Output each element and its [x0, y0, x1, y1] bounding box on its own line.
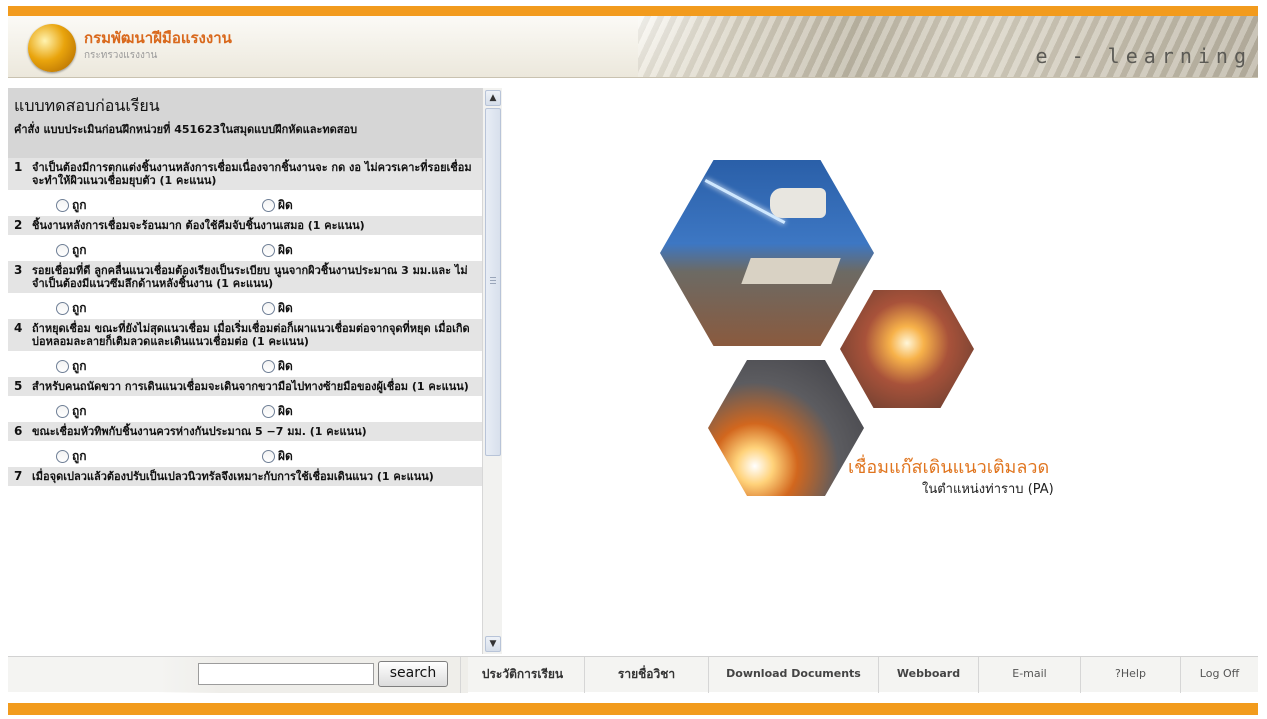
answer-false-option[interactable]: ผิด: [262, 299, 293, 318]
answer-row: ถูก ผิด: [8, 396, 482, 422]
question: 7 เมื่อจุดเปลวแล้วต้องปรับเป็นเปลวนิวทรัล…: [8, 467, 482, 486]
metal-plate: [741, 258, 841, 284]
answer-row: ถูก ผิด: [8, 293, 482, 319]
scroll-down-arrow-icon[interactable]: ▼: [485, 636, 501, 652]
radio-button-false[interactable]: [262, 302, 275, 315]
answer-false-option[interactable]: ผิด: [262, 402, 293, 421]
question-text: ชิ้นงานหลังการเชื่อมจะร้อนมาก ต้องใช้คีม…: [32, 219, 365, 232]
radio-button-true[interactable]: [56, 302, 69, 315]
question-text: ถ้าหยุดเชื่อม ขณะที่ยังไม่สุดแนวเชื่อม เ…: [32, 322, 470, 348]
scrollbar-thumb[interactable]: [485, 108, 501, 456]
answer-true-option[interactable]: ถูก: [56, 357, 87, 376]
radio-button-true[interactable]: [56, 244, 69, 257]
answer-false-option[interactable]: ผิด: [262, 241, 293, 260]
question-text: จำเป็นต้องมีการตกแต่งชิ้นงานหลังการเชื่อ…: [32, 161, 472, 187]
radio-button-true[interactable]: [56, 360, 69, 373]
answer-true-option[interactable]: ถูก: [56, 299, 87, 318]
header: กรมพัฒนาฝีมือแรงงาน กระทรวงแรงงาน e - le…: [8, 16, 1258, 78]
help-link[interactable]: ?Help: [1080, 657, 1180, 693]
search-button[interactable]: search: [378, 661, 448, 687]
welding-torch-photo: [660, 160, 874, 346]
elearning-banner-text: e - learning: [1035, 44, 1252, 68]
org-subtitle: กระทรวงแรงงาน: [84, 50, 158, 61]
question-number: 2: [14, 218, 23, 232]
question: 4 ถ้าหยุดเชื่อม ขณะที่ยังไม่สุดแนวเชื่อม …: [8, 319, 482, 351]
answer-false-option[interactable]: ผิด: [262, 357, 293, 376]
top-accent-bar: [8, 6, 1258, 16]
question-text: เมื่อจุดเปลวแล้วต้องปรับเป็นเปลวนิวทรัลจ…: [32, 470, 434, 483]
header-banner: e - learning: [638, 16, 1258, 77]
log-off-link[interactable]: Log Off: [1180, 657, 1258, 693]
answer-row: ถูก ผิด: [8, 441, 482, 467]
bottom-toolbar: search ประวัติการเรียน รายชื่อวิชา Downl…: [8, 656, 1258, 693]
radio-button-true[interactable]: [56, 450, 69, 463]
email-link[interactable]: E-mail: [978, 657, 1080, 693]
answer-row: ถูก ผิด: [8, 190, 482, 216]
welding-sparks-photo: [840, 290, 974, 408]
department-logo-icon: [28, 24, 76, 72]
quiz-title: แบบทดสอบก่อนเรียน: [14, 96, 160, 115]
download-documents-link[interactable]: Download Documents: [708, 657, 878, 693]
question: 1 จำเป็นต้องมีการตกแต่งชิ้นงานหลังการเชื่…: [8, 158, 482, 190]
question-number: 7: [14, 469, 23, 483]
radio-button-true[interactable]: [56, 199, 69, 212]
radio-button-false[interactable]: [262, 244, 275, 257]
answer-row: ถูก ผิด: [8, 235, 482, 261]
answer-false-label: ผิด: [278, 359, 293, 373]
answer-true-label: ถูก: [72, 404, 87, 418]
answer-true-label: ถูก: [72, 301, 87, 315]
question-number: 4: [14, 321, 23, 335]
answer-true-option[interactable]: ถูก: [56, 241, 87, 260]
quiz-instruction: คำสั่ง แบบประเมินก่อนฝึกหน่วยที่ 451623ใ…: [14, 123, 358, 136]
answer-true-label: ถูก: [72, 449, 87, 463]
answer-false-option[interactable]: ผิด: [262, 196, 293, 215]
answer-false-label: ผิด: [278, 301, 293, 315]
question: 3 รอยเชื่อมที่ดี ลูกคลื่นแนวเชื่อมต้องเรี…: [8, 261, 482, 293]
course-title: เชื่อมแก๊สเดินแนวเติมลวด: [848, 457, 1050, 478]
question-text: สำหรับคนถนัดขวา การเดินแนวเชื่อมจะเดินจา…: [32, 380, 469, 393]
radio-button-false[interactable]: [262, 450, 275, 463]
scroll-up-arrow-icon[interactable]: ▲: [485, 90, 501, 106]
quiz-content: แบบทดสอบก่อนเรียน คำสั่ง แบบประเมินก่อนฝ…: [8, 88, 482, 654]
answer-false-label: ผิด: [278, 449, 293, 463]
question-text: ขณะเชื่อมหัวทิพกับชิ้นงานควรห่างกันประมา…: [32, 425, 367, 438]
org-name: กรมพัฒนาฝีมือแรงงาน: [84, 29, 232, 47]
webboard-link[interactable]: Webboard: [878, 657, 978, 693]
radio-button-false[interactable]: [262, 405, 275, 418]
answer-true-label: ถูก: [72, 198, 87, 212]
question-number: 3: [14, 263, 23, 277]
question-number: 5: [14, 379, 23, 393]
answer-false-label: ผิด: [278, 198, 293, 212]
glove-hand: [770, 188, 826, 218]
question-text: รอยเชื่อมที่ดี ลูกคลื่นแนวเชื่อมต้องเรีย…: [32, 264, 468, 290]
answer-true-option[interactable]: ถูก: [56, 402, 87, 421]
radio-button-false[interactable]: [262, 199, 275, 212]
question-number: 1: [14, 160, 23, 174]
answer-false-option[interactable]: ผิด: [262, 447, 293, 466]
quiz-header: แบบทดสอบก่อนเรียน คำสั่ง แบบประเมินก่อนฝ…: [8, 88, 482, 158]
answer-true-label: ถูก: [72, 243, 87, 257]
question: 6 ขณะเชื่อมหัวทิพกับชิ้นงานควรห่างกันประม…: [8, 422, 482, 441]
bottom-accent-bar: [8, 703, 1258, 715]
question: 2 ชิ้นงานหลังการเชื่อมจะร้อนมาก ต้องใช้คี…: [8, 216, 482, 235]
radio-button-true[interactable]: [56, 405, 69, 418]
scrollbar-grip-icon: [490, 277, 496, 285]
course-list-link[interactable]: รายชื่อวิชา: [584, 657, 708, 693]
quiz-scrollbar[interactable]: ▲ ▼: [482, 88, 502, 654]
grinding-sparks-photo: [708, 360, 864, 496]
course-subtitle: ในตำแหน่งท่าราบ (PA): [922, 482, 1054, 497]
quiz-panel: แบบทดสอบก่อนเรียน คำสั่ง แบบประเมินก่อนฝ…: [8, 88, 502, 654]
answer-true-option[interactable]: ถูก: [56, 447, 87, 466]
question: 5 สำหรับคนถนัดขวา การเดินแนวเชื่อมจะเดินจ…: [8, 377, 482, 396]
answer-true-label: ถูก: [72, 359, 87, 373]
search-input[interactable]: [198, 663, 374, 685]
answer-false-label: ผิด: [278, 404, 293, 418]
app-frame: กรมพัฒนาฝีมือแรงงาน กระทรวงแรงงาน e - le…: [0, 0, 1267, 719]
answer-true-option[interactable]: ถูก: [56, 196, 87, 215]
answer-row: ถูก ผิด: [8, 351, 482, 377]
answer-false-label: ผิด: [278, 243, 293, 257]
learning-history-link[interactable]: ประวัติการเรียน: [460, 657, 584, 693]
question-number: 6: [14, 424, 23, 438]
radio-button-false[interactable]: [262, 360, 275, 373]
